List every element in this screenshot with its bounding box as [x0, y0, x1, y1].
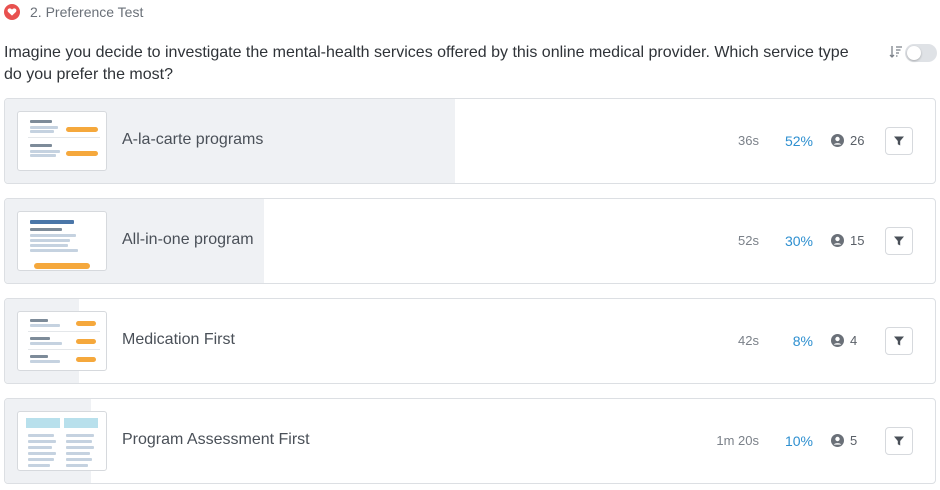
- option-thumbnail: [17, 211, 107, 271]
- sort-icon[interactable]: [889, 45, 903, 59]
- option-thumbnail: [17, 111, 107, 171]
- option-card-program-assessment-first: Program Assessment First 1m 20s 10% 5: [4, 398, 936, 484]
- option-label: All-in-one program: [122, 231, 254, 248]
- filter-icon: [894, 136, 904, 146]
- filter-icon: [894, 436, 904, 446]
- option-percent: 52%: [784, 133, 813, 149]
- filter-icon: [894, 336, 904, 346]
- filter-button[interactable]: [885, 427, 913, 455]
- count-value: 15: [850, 233, 865, 248]
- option-thumbnail: [17, 311, 107, 371]
- option-percent: 10%: [784, 433, 813, 449]
- user-icon: [831, 234, 844, 247]
- filter-icon: [894, 236, 904, 246]
- filter-button[interactable]: [885, 127, 913, 155]
- section-label: 2. Preference Test: [30, 4, 144, 20]
- option-time: 42s: [738, 333, 759, 348]
- option-time: 1m 20s: [716, 433, 759, 448]
- user-icon: [831, 134, 844, 147]
- option-card-medication-first: Medication First 42s 8% 4: [4, 298, 936, 384]
- section-header: 2. Preference Test: [4, 2, 143, 22]
- user-icon: [831, 334, 844, 347]
- option-percent: 30%: [784, 233, 813, 249]
- option-thumbnail: [17, 411, 107, 471]
- option-label: Program Assessment First: [122, 431, 310, 448]
- option-card-a-la-carte: A-la-carte programs 36s 52% 26: [4, 98, 936, 184]
- respondent-count: 26: [831, 133, 864, 148]
- respondent-count: 4: [831, 333, 857, 348]
- heart-icon: [4, 4, 20, 20]
- option-time: 52s: [738, 233, 759, 248]
- user-icon: [831, 434, 844, 447]
- respondent-count: 15: [831, 233, 864, 248]
- respondent-count: 5: [831, 433, 857, 448]
- option-time: 36s: [738, 133, 759, 148]
- count-value: 5: [850, 433, 858, 448]
- count-value: 26: [850, 133, 865, 148]
- option-percent: 8%: [792, 333, 813, 349]
- option-label: Medication First: [122, 331, 235, 348]
- option-label: A-la-carte programs: [122, 131, 264, 148]
- option-card-all-in-one: All-in-one program 52s 30% 15: [4, 198, 936, 284]
- question-text: Imagine you decide to investigate the me…: [4, 44, 849, 83]
- toggle-knob: [907, 46, 921, 60]
- toggle-switch[interactable]: [905, 44, 937, 62]
- filter-button[interactable]: [885, 227, 913, 255]
- filter-button[interactable]: [885, 327, 913, 355]
- count-value: 4: [850, 333, 858, 348]
